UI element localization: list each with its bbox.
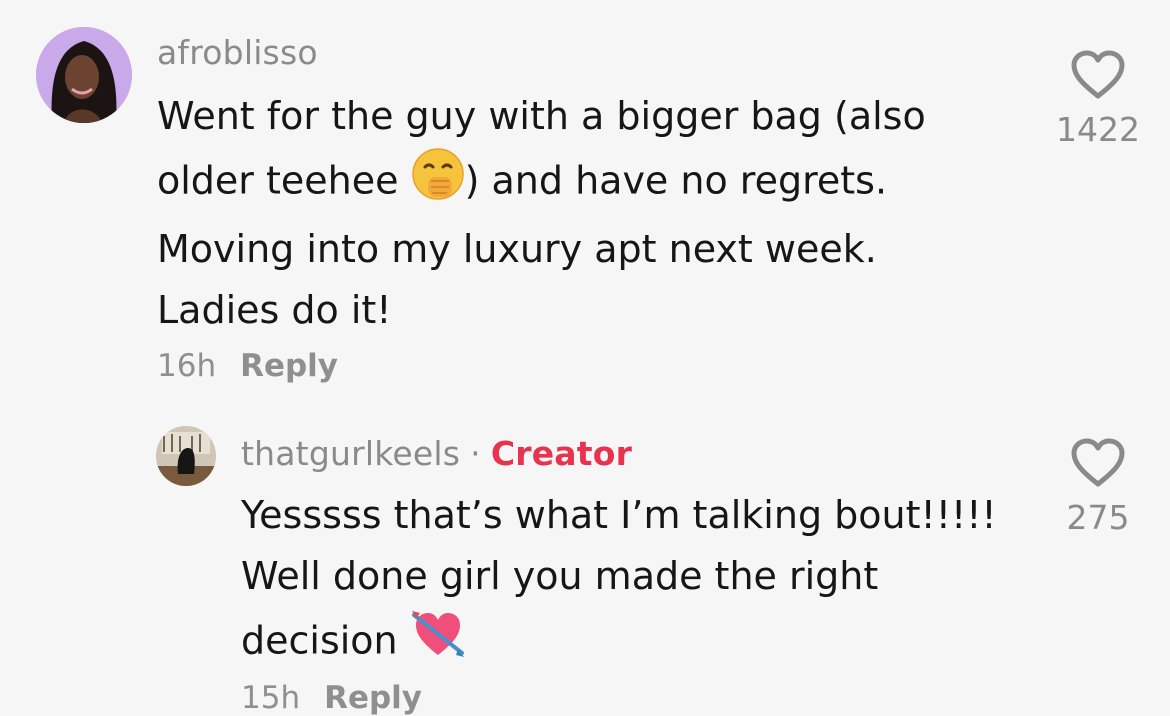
comment-line: Ladies do it!	[157, 288, 392, 332]
reply-line: Yesssss that’s what I’m talking bout!!!!…	[241, 493, 997, 537]
commenter-avatar[interactable]	[36, 27, 132, 123]
comment-line-part: older teehee	[157, 158, 411, 203]
avatar-image	[156, 426, 216, 486]
comment-time: 16h	[157, 348, 217, 384]
comment-meta: 16h Reply	[157, 348, 338, 384]
reply-username[interactable]: thatgurlkeels	[241, 434, 460, 473]
creator-badge: Creator	[490, 434, 633, 473]
reply-meta: 15h Reply	[241, 680, 422, 716]
reply-text: Yesssss that’s what I’m talking bout!!!!…	[241, 485, 997, 679]
face-with-hand-over-mouth-emoji	[411, 147, 465, 219]
reply-header: thatgurlkeels · Creator	[241, 434, 632, 473]
avatar-image	[36, 27, 132, 123]
heart-icon	[1071, 438, 1125, 487]
like-count: 1422	[1056, 110, 1140, 149]
heart-with-arrow-emoji	[410, 607, 466, 679]
separator: ·	[470, 434, 481, 473]
reply-line: decision	[241, 607, 997, 679]
reply-button[interactable]: Reply	[240, 348, 338, 384]
heart-icon	[1071, 50, 1125, 99]
reply-line: Well done girl you made the right	[241, 554, 879, 598]
like-count: 275	[1066, 498, 1130, 537]
reply-time: 15h	[241, 680, 301, 716]
like-button[interactable]: 275	[1048, 438, 1148, 537]
reply-line-part: decision	[241, 618, 410, 663]
comment-text: Went for the guy with a bigger bag (also…	[157, 86, 926, 341]
comment-line: Went for the guy with a bigger bag (also	[157, 94, 926, 138]
reply-button[interactable]: Reply	[324, 680, 422, 716]
reply-avatar[interactable]	[156, 426, 216, 486]
comment-line: Moving into my luxury apt next week.	[157, 227, 877, 271]
comment-line: older teehee ) and have no regrets.	[157, 147, 926, 219]
comment-username[interactable]: afroblisso	[157, 33, 318, 72]
comment-line-part: ) and have no regrets.	[464, 158, 888, 203]
like-button[interactable]: 1422	[1048, 50, 1148, 149]
